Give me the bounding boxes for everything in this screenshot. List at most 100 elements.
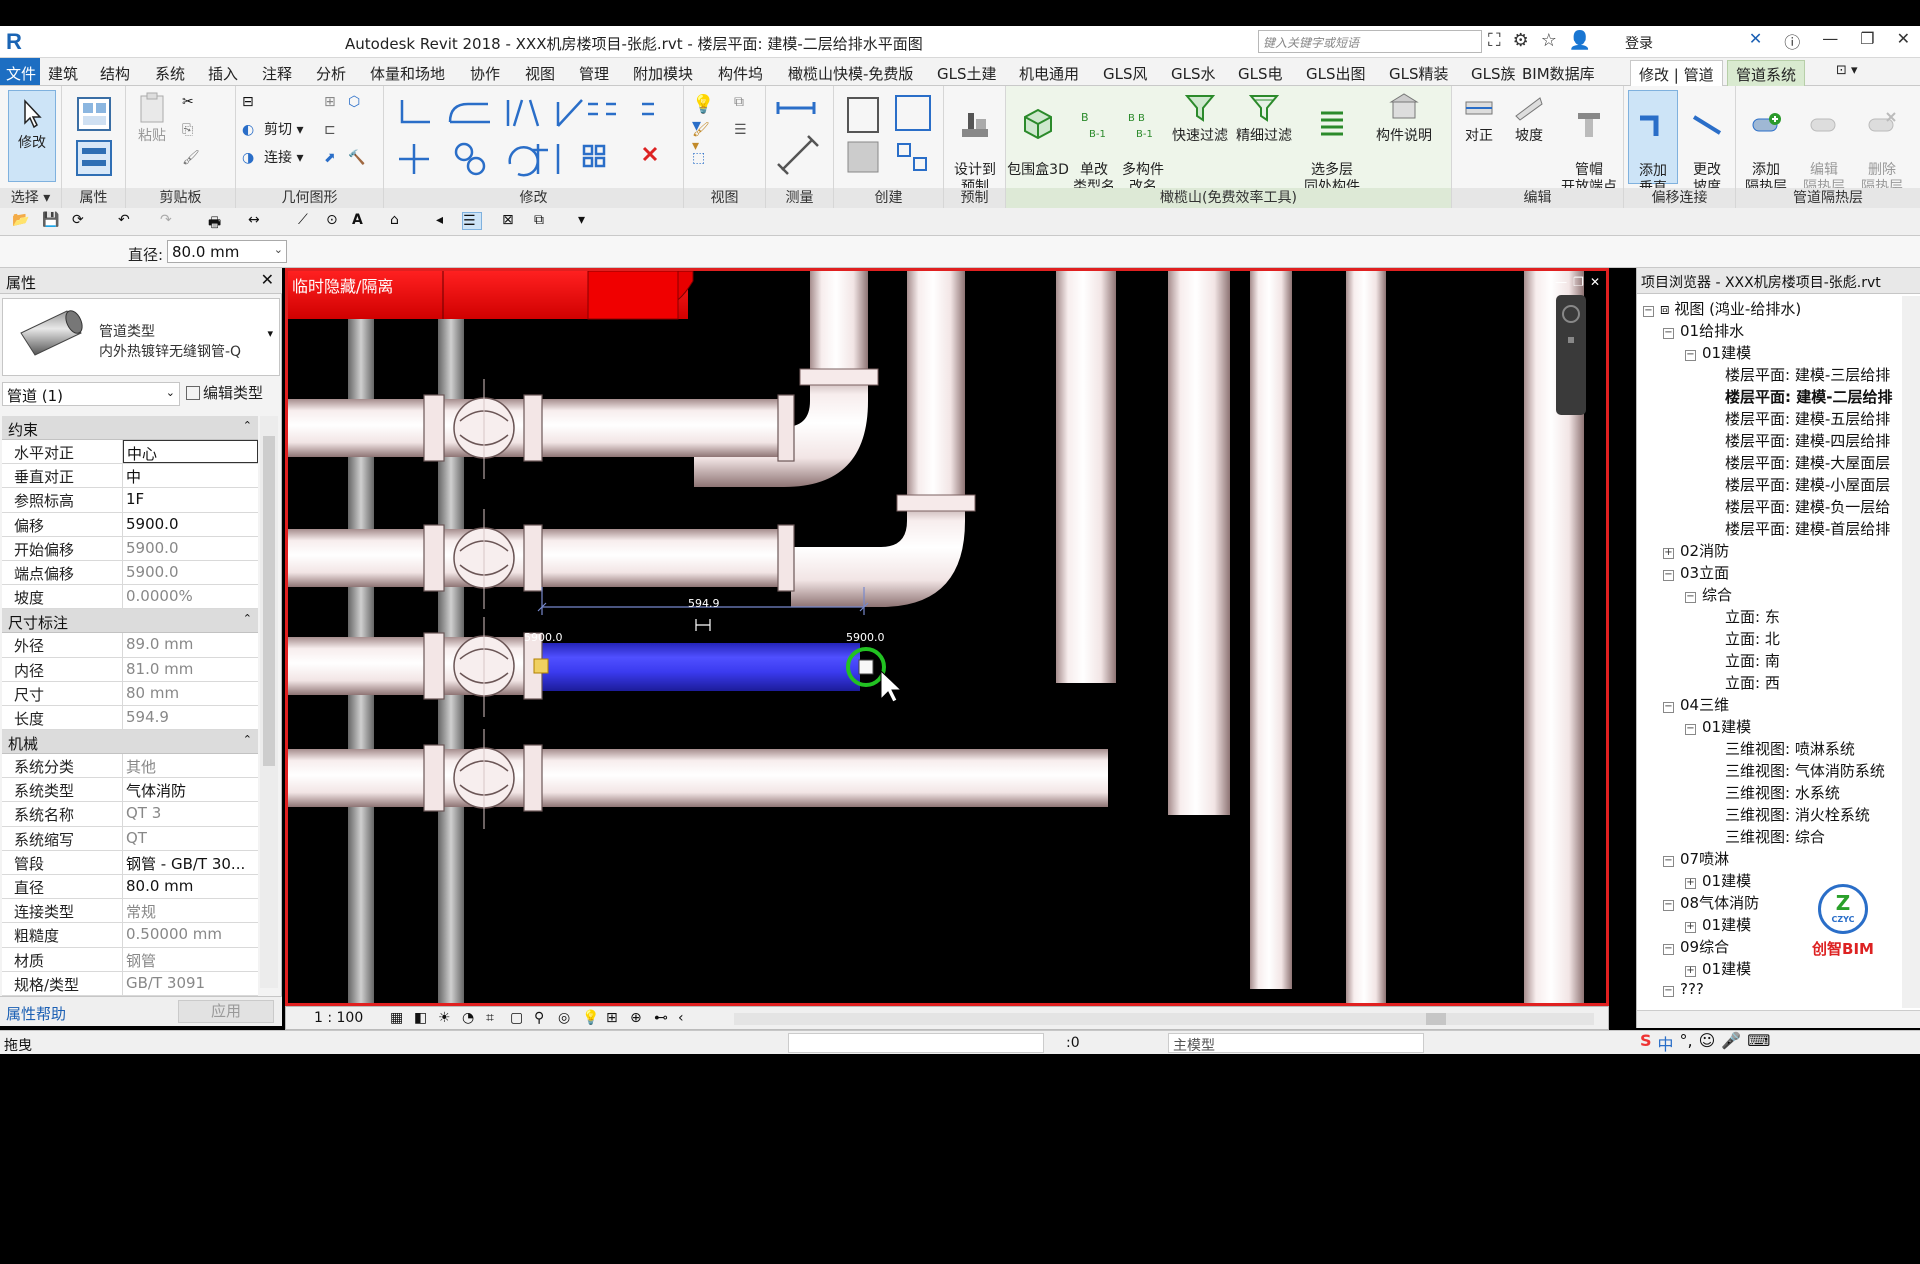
property-value[interactable]: 中心 — [123, 440, 258, 464]
tab-systems[interactable]: 系统 — [155, 63, 185, 84]
design-to-fabrication-button[interactable]: 设计到 预制 — [948, 90, 1002, 196]
search-input[interactable]: 键入关键字或短语 — [1258, 30, 1482, 53]
tab-insert[interactable]: 插入 — [208, 63, 238, 84]
minimize-icon[interactable]: — — [1555, 275, 1567, 289]
view-cube-icon[interactable]: ⬚ — [692, 150, 714, 170]
help-icon[interactable]: ⓘ — [1784, 29, 1800, 53]
edit-insulation-button[interactable]: 编辑 隔热层 — [1796, 90, 1852, 196]
browser-node[interactable]: −03立面 — [1663, 562, 1729, 584]
component-description-button[interactable]: 构件说明 — [1368, 90, 1440, 145]
properties-help-link[interactable]: 属性帮助 — [6, 1003, 66, 1024]
paste-button[interactable]: 粘贴 — [132, 90, 172, 145]
scroll-thumb[interactable] — [263, 436, 275, 766]
property-group-header[interactable]: 尺寸标注 ⌃ — [2, 609, 258, 634]
tab-piping-system[interactable]: 管道系统 — [1727, 60, 1806, 87]
properties-palette-icon[interactable] — [74, 138, 114, 178]
collapse-icon[interactable]: − — [1685, 724, 1696, 735]
property-value[interactable]: 中 — [123, 464, 258, 487]
tab-structure[interactable]: 结构 — [100, 63, 130, 84]
browser-node[interactable]: 立面: 北 — [1725, 628, 1780, 650]
expand-icon[interactable]: + — [1663, 548, 1674, 559]
browser-node[interactable]: +01建模 — [1685, 914, 1751, 936]
ribbon-minimize-icon[interactable]: ⊡ ▾ — [1836, 63, 1858, 78]
paint-icon[interactable]: ⬈ — [324, 150, 346, 170]
split-face-icon[interactable]: ⬡ — [348, 94, 370, 114]
tab-annotate[interactable]: 注释 — [262, 63, 292, 84]
navigation-bar[interactable] — [1556, 295, 1586, 415]
floor-plan-canvas[interactable] — [288, 271, 1606, 1003]
login-button[interactable]: 登录 — [1625, 33, 1653, 53]
fine-filter-button[interactable]: 精细过滤 — [1232, 90, 1296, 145]
properties-scrollbar[interactable] — [260, 416, 278, 988]
collapse-icon[interactable]: − — [1663, 856, 1674, 867]
vertical-pipe[interactable] — [1168, 271, 1230, 815]
property-value[interactable]: 钢管 - GB/T 30... — [123, 851, 258, 874]
collapse-icon[interactable]: ⌃ — [243, 612, 252, 625]
measure-ruler-icon[interactable] — [774, 94, 826, 178]
end-offset-label[interactable]: 5900.0 — [846, 631, 885, 644]
quick-filter-button[interactable]: 快速过滤 — [1168, 90, 1232, 145]
save-icon[interactable]: 💾 — [42, 212, 62, 230]
override-graphics-icon[interactable]: ⧉ — [734, 94, 756, 114]
start-offset-label[interactable]: 5900.0 — [524, 631, 563, 644]
apply-button[interactable]: 应用 — [178, 1000, 274, 1023]
worksharing-icon[interactable]: ⊞ — [606, 1010, 622, 1026]
dimension-value[interactable]: 594.9 — [688, 597, 720, 610]
browser-node[interactable]: 立面: 东 — [1725, 606, 1780, 628]
close-hidden-windows-icon[interactable]: ⊠ — [502, 212, 522, 230]
thin-lines-icon[interactable]: ☰ — [734, 122, 756, 142]
expand-icon[interactable]: + — [1685, 878, 1696, 889]
temporary-hide-isolate-label[interactable]: 临时隐藏/隔离 — [292, 273, 393, 297]
pipe-riser-1[interactable] — [810, 271, 868, 381]
aligned-dimension-icon[interactable]: ⟋ — [298, 212, 318, 230]
diameter-select[interactable]: 80.0 mm ⌄ — [167, 240, 287, 263]
restore-icon[interactable]: ❐ — [1860, 29, 1874, 53]
switch-windows-icon[interactable]: ⧉ — [534, 212, 554, 230]
pipe-start-grip[interactable] — [533, 658, 549, 674]
sync-icon[interactable]: ⟳ — [72, 212, 92, 230]
revit-logo-icon[interactable]: R — [6, 29, 32, 55]
tab-component-dock[interactable]: 构件坞 — [718, 63, 763, 84]
tab-bim-database[interactable]: BIM数据库 — [1522, 63, 1595, 84]
browser-node[interactable]: 立面: 西 — [1725, 672, 1780, 694]
open-folder-icon[interactable]: 📂 — [12, 212, 32, 230]
type-properties-icon[interactable] — [74, 94, 114, 134]
subscription-icon[interactable]: ⚙ — [1513, 30, 1529, 54]
tab-addins[interactable]: 附加模块 — [633, 63, 693, 84]
property-group-header[interactable]: 机械 ⌃ — [2, 730, 258, 755]
hammer-icon[interactable]: 🔨 — [348, 150, 370, 170]
emoji-icon[interactable]: ☺ — [1699, 1031, 1716, 1055]
browser-node[interactable]: 三维视图: 消火栓系统 — [1725, 804, 1870, 826]
browser-node[interactable]: −01给排水 — [1663, 320, 1744, 342]
scroll-left-icon[interactable]: ‹ — [678, 1010, 694, 1026]
browser-node[interactable]: 立面: 南 — [1725, 650, 1780, 672]
match-type-icon[interactable]: 🖌 — [182, 150, 204, 170]
chinese-mode-icon[interactable]: 中 — [1658, 1031, 1674, 1055]
collapse-icon[interactable]: − — [1685, 592, 1696, 603]
edit-type-button[interactable]: 编辑类型 — [186, 382, 263, 403]
view-scale[interactable]: 1 : 100 — [314, 1010, 363, 1026]
tab-gls-drawing[interactable]: GLS出图 — [1306, 63, 1366, 84]
browser-node[interactable]: 楼层平面: 建模-大屋面层 — [1725, 452, 1890, 474]
thin-lines-qat-icon[interactable]: ☰ — [462, 212, 482, 230]
browser-node[interactable]: 三维视图: 水系统 — [1725, 782, 1840, 804]
tab-collaborate[interactable]: 协作 — [470, 63, 500, 84]
default-3d-view-icon[interactable]: ⌂ — [390, 212, 410, 230]
browser-node[interactable]: −01建模 — [1685, 342, 1751, 364]
sun-path-icon[interactable]: ☀ — [438, 1010, 454, 1026]
design-option-select[interactable]: 主模型 — [1168, 1033, 1424, 1054]
pipe-coupling[interactable] — [799, 368, 879, 386]
restore-icon[interactable]: ❐ — [1573, 275, 1584, 289]
customize-qat-icon[interactable]: ▾ — [578, 212, 598, 230]
measure-qat-icon[interactable]: ↔ — [248, 212, 268, 230]
zoom-icon[interactable] — [1568, 337, 1574, 343]
viewport-horizontal-scrollbar[interactable] — [734, 1011, 1594, 1027]
property-value[interactable]: 气体消防 — [123, 778, 258, 801]
collapse-icon[interactable]: − — [1663, 570, 1674, 581]
binoculars-icon[interactable]: ⛶ — [1488, 30, 1501, 54]
browser-horizontal-scrollbar[interactable] — [1637, 1010, 1920, 1028]
show-crop-icon[interactable]: ▢ — [510, 1010, 526, 1026]
tab-file[interactable]: 文件 — [0, 58, 40, 85]
cap-open-ends-button[interactable]: 管帽 开放端点 — [1554, 90, 1624, 196]
collapse-icon[interactable]: − — [1663, 944, 1674, 955]
